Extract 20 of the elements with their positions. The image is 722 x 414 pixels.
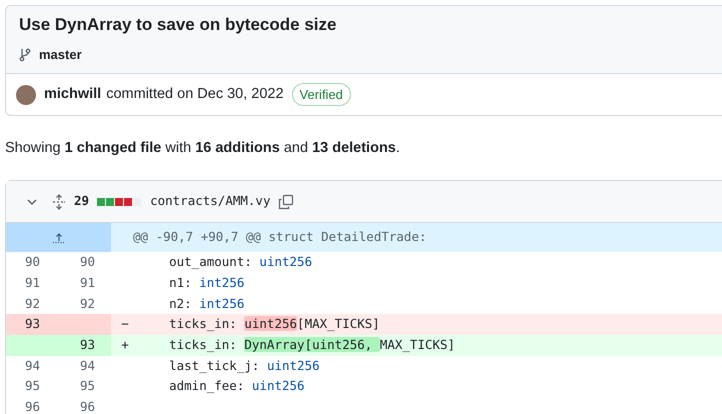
line-number-gutter [6,334,56,356]
branch-name[interactable]: master [39,45,82,65]
expand-icon[interactable] [52,194,66,210]
commit-title: Use DynArray to save on bytecode size [19,15,338,36]
line-number[interactable]: 93 [6,314,56,335]
branch-icon [19,48,31,62]
commit-date-text: committed on Dec 30, 2022 [106,84,284,104]
author-link[interactable]: michwill [44,84,102,106]
copy-icon[interactable] [278,194,294,210]
verified-badge[interactable]: Verified [292,82,351,106]
addition-marker: + [111,334,139,356]
deletion-marker: − [111,314,139,335]
hunk-header: @@ -90,7 +90,7 @@ struct DetailedTrade: [111,223,722,252]
line-number[interactable]: 93 [56,334,111,356]
expand-up-icon[interactable] [52,232,66,244]
line-number-gutter [56,314,111,335]
change-summary: Showing 1 changed file with 16 additions and 13 deletions. [5,139,401,158]
change-count: 29 [74,192,90,210]
file-path[interactable]: contracts/AMM.vy [150,192,270,212]
avatar[interactable] [16,84,36,105]
